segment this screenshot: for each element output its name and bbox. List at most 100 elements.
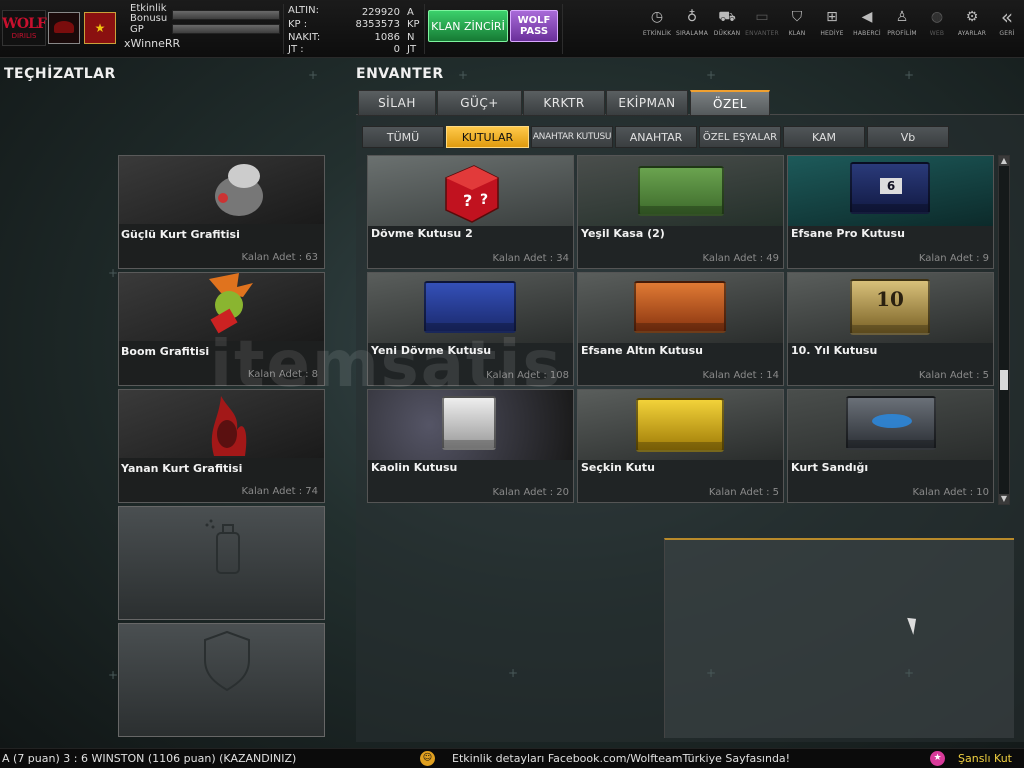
- subtab-label: KUTULAR: [461, 130, 514, 144]
- inventory-item[interactable]: 10 10. Yıl Kutusu Kalan Adet : 5: [787, 272, 994, 386]
- item-name: Efsane Pro Kutusu: [791, 227, 905, 240]
- ticker-lucky-text: Şanslı Kut: [958, 752, 1012, 765]
- item-count: Kalan Adet : 34: [492, 253, 569, 264]
- tattoo-box-icon: ? ?: [368, 156, 573, 226]
- inventory-item[interactable]: Efsane Altın Kutusu Kalan Adet : 14: [577, 272, 784, 386]
- tab-guc[interactable]: GÜÇ+: [437, 90, 522, 116]
- tab-ozel[interactable]: ÖZEL: [690, 90, 770, 116]
- equipment-count: Kalan Adet : 74: [241, 486, 318, 497]
- nav-hediye[interactable]: ⊞ HEDİYE: [814, 8, 850, 48]
- tab-silah[interactable]: SİLAH: [358, 90, 436, 116]
- plus-marker: +: [458, 68, 469, 82]
- divider: [283, 4, 284, 54]
- equipment-name: Boom Grafitisi: [121, 345, 210, 358]
- medal-icon: ♁: [686, 9, 698, 25]
- gp-bar: [172, 24, 280, 34]
- subtab-tumu[interactable]: TÜMÜ: [362, 126, 444, 148]
- inventory-item[interactable]: Kurt Sandığı Kalan Adet : 10: [787, 389, 994, 503]
- nav-siralama[interactable]: ♁ SIRALAMA: [674, 8, 710, 48]
- news-ticker: A (7 puan) 3 : 6 WINSTON (1106 puan) (KA…: [0, 748, 1024, 768]
- klan-zinciri-button[interactable]: KLAN ZİNCİRİ: [428, 10, 508, 42]
- equipment-name: Güçlü Kurt Grafitisi: [121, 228, 240, 241]
- nav-ayarlar[interactable]: ⚙ AYARLAR: [954, 8, 990, 48]
- stat-value-altin: 229920: [361, 7, 400, 18]
- item-count: Kalan Adet : 49: [702, 253, 779, 264]
- stat-unit-jt: JT: [407, 44, 417, 55]
- subtab-label: KAM: [811, 130, 837, 144]
- equipment-slot[interactable]: Yanan Kurt Grafitisi Kalan Adet : 74: [118, 389, 325, 503]
- nav-label: SIRALAMA: [675, 30, 709, 37]
- tab-krktr[interactable]: KRKTR: [523, 90, 605, 116]
- inventory-item[interactable]: Yeşil Kasa (2) Kalan Adet : 49: [577, 155, 784, 269]
- inventory-title: ENVANTER: [356, 66, 444, 82]
- item-count: Kalan Adet : 14: [702, 370, 779, 381]
- equipment-empty-slot[interactable]: [118, 623, 325, 737]
- plus-marker: +: [706, 666, 717, 680]
- subtab-ozel-esyalar[interactable]: ÖZEL EŞYALAR: [699, 126, 781, 148]
- logo-mark: WOLF: [2, 16, 47, 32]
- item-name: Kurt Sandığı: [791, 461, 869, 474]
- nav-klan[interactable]: ⛉ KLAN: [779, 8, 815, 48]
- nav-profilim[interactable]: ♙ PROFİLİM: [884, 8, 920, 48]
- player-emblem-icon[interactable]: [48, 12, 80, 44]
- item-name: 10. Yıl Kutusu: [791, 344, 878, 357]
- subtab-kam[interactable]: KAM: [783, 126, 865, 148]
- subtab-kutular[interactable]: KUTULAR: [446, 126, 529, 148]
- inventory-item[interactable]: Kaolin Kutusu Kalan Adet : 20: [367, 389, 574, 503]
- nav-label: HABERCİ: [853, 30, 881, 37]
- bonus-label: Etkinlik Bonusu: [130, 3, 168, 24]
- wolf-graffiti-icon: [119, 156, 324, 224]
- ticker-event-text: Etkinlik detayları Facebook.com/Wolfteam…: [452, 752, 791, 765]
- item-count: Kalan Adet : 5: [708, 487, 779, 498]
- subtab-anahtar[interactable]: ANAHTAR: [615, 126, 697, 148]
- inventory-scrollbar[interactable]: ▲ ▼: [998, 155, 1010, 505]
- equipment-title: TEÇHİZATLAR: [4, 66, 116, 82]
- watermark-text: itemsatis: [210, 328, 563, 402]
- stat-unit-kp: KP: [407, 19, 420, 30]
- stat-unit-nakit: N: [407, 32, 415, 43]
- legend-pro-box-icon: 6: [788, 156, 993, 226]
- inventory-item[interactable]: 6 Efsane Pro Kutusu Kalan Adet : 9: [787, 155, 994, 269]
- item-name: Seçkin Kutu: [581, 461, 655, 474]
- event-info-icon: ☺: [420, 751, 435, 766]
- nav-label: PROFİLİM: [887, 30, 917, 37]
- plus-marker: +: [706, 68, 717, 82]
- scroll-down-icon[interactable]: ▼: [999, 494, 1009, 504]
- inventory-item[interactable]: Seçkin Kutu Kalan Adet : 5: [577, 389, 784, 503]
- watermark: itemsatis: [210, 328, 563, 402]
- subtab-anahtar-kutusu[interactable]: ANAHTAR KUTUSU: [531, 126, 613, 148]
- tab-label: KRKTR: [543, 96, 585, 110]
- nav-geri[interactable]: « GERİ: [989, 5, 1024, 48]
- wolf-pass-button[interactable]: WOLF PASS: [510, 10, 558, 42]
- green-crate-icon: [578, 156, 783, 226]
- nav-label: DÜKKAN: [713, 30, 741, 37]
- nav-envanter[interactable]: ▭ ENVANTER: [744, 8, 780, 48]
- globe-icon: ◍: [930, 9, 944, 25]
- tab-ekipman[interactable]: EKİPMAN: [606, 90, 688, 116]
- equipment-empty-slot[interactable]: [118, 506, 325, 620]
- nav-label: KLAN: [788, 30, 806, 37]
- megaphone-icon: ◀: [861, 9, 873, 25]
- scroll-up-icon[interactable]: ▲: [999, 156, 1009, 166]
- subtab-label: ANAHTAR: [629, 130, 683, 144]
- nav-etkinlik[interactable]: ◷ ETKİNLİK: [639, 8, 675, 48]
- rank-badge-icon[interactable]: ★: [84, 12, 116, 44]
- spray-can-icon: [119, 507, 324, 575]
- back-icon: «: [1000, 5, 1014, 29]
- nav-dukkan[interactable]: ⛟ DÜKKAN: [709, 8, 745, 48]
- divider: [562, 4, 563, 54]
- inventory-item[interactable]: ? ? Dövme Kutusu 2 Kalan Adet : 34: [367, 155, 574, 269]
- plus-marker: +: [108, 668, 119, 682]
- subtab-vb[interactable]: Vb: [867, 126, 949, 148]
- tenth-anniversary-box-icon: 10: [788, 273, 993, 343]
- equipment-slot[interactable]: Güçlü Kurt Grafitisi Kalan Adet : 63: [118, 155, 325, 269]
- nav-label: HEDİYE: [820, 30, 844, 37]
- nav-web[interactable]: ◍ WEB: [919, 8, 955, 48]
- item-count: Kalan Adet : 10: [912, 487, 989, 498]
- stopwatch-icon: ◷: [650, 9, 664, 25]
- nav-haberci[interactable]: ◀ HABERCİ: [849, 8, 885, 48]
- item-name: Dövme Kutusu 2: [371, 227, 473, 240]
- username: xWinneRR: [124, 37, 181, 50]
- stat-value-kp: 8353573: [355, 19, 400, 30]
- scroll-thumb[interactable]: [1000, 370, 1008, 390]
